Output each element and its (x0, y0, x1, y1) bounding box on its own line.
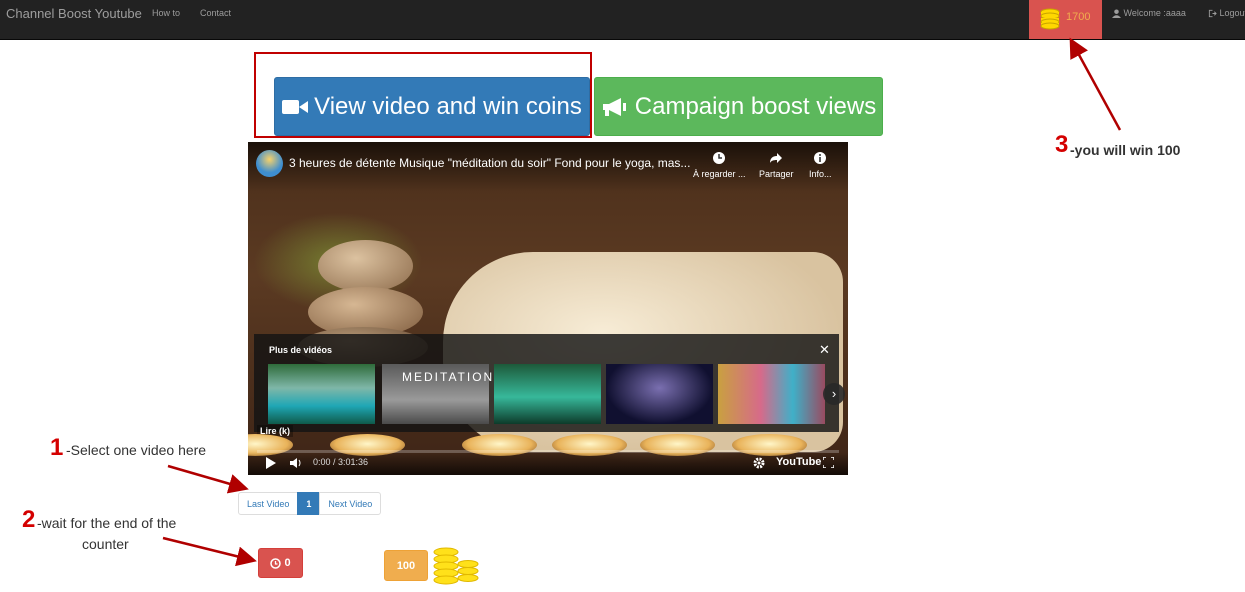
step1-text: -Select one video here (66, 442, 207, 458)
step3-number: 3 (1055, 131, 1069, 158)
step2-text-line2: counter (82, 536, 129, 552)
step3-text: -you will win 100 (1070, 142, 1181, 158)
step1-number: 1 (50, 434, 64, 461)
step2-number: 2 (22, 506, 36, 533)
annotation-arrows (162, 37, 1122, 567)
step2-text-line1: -wait for the end of the (37, 515, 177, 531)
